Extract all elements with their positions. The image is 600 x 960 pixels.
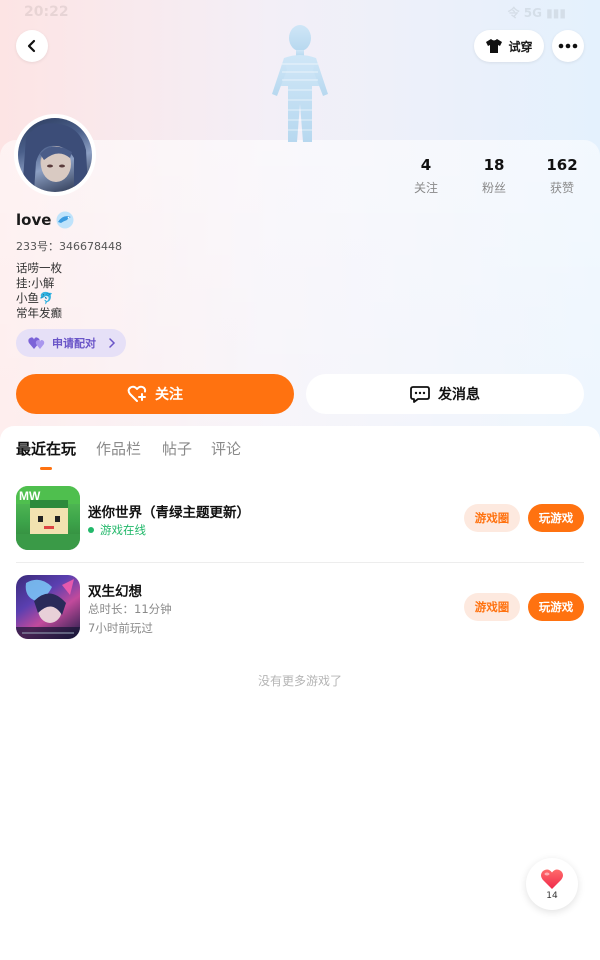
tab-indicator <box>40 467 52 470</box>
stat-following-label: 关注 <box>413 181 438 195</box>
stat-following-value: 4 <box>420 156 432 174</box>
hearts-icon <box>28 337 45 349</box>
tab-comments[interactable]: 评论 <box>211 438 241 459</box>
more-options-button[interactable] <box>552 30 584 62</box>
tab-recently-played[interactable]: 最近在玩 <box>16 438 76 459</box>
send-message-button[interactable]: 发消息 <box>306 374 584 414</box>
play-game-button[interactable]: 玩游戏 <box>528 593 584 621</box>
chevron-left-icon <box>27 39 36 53</box>
stat-followers[interactable]: 18 粉丝 <box>464 156 524 196</box>
avatar-3d-figure <box>272 25 328 142</box>
stat-followers-value: 18 <box>483 156 505 174</box>
bio-line: 小鱼🐬 <box>16 291 54 305</box>
tab-posts[interactable]: 帖子 <box>162 438 192 459</box>
online-dot-icon <box>88 527 94 533</box>
game-title: 双生幻想 <box>88 584 142 600</box>
stat-followers-label: 粉丝 <box>481 181 506 195</box>
more-dots-icon <box>558 43 578 49</box>
avatar-portrait-icon <box>22 123 88 192</box>
heart-plus-icon <box>127 385 147 402</box>
list-item[interactable]: MW 迷你世界（青绿主题更新） 游戏在线 游戏圈 玩游戏 <box>0 486 600 574</box>
try-on-button[interactable]: 试穿 <box>474 30 544 62</box>
game-icon-mini-world: MW <box>16 486 80 550</box>
play-game-button[interactable]: 玩游戏 <box>528 504 584 532</box>
like-button[interactable]: 14 <box>526 858 578 910</box>
no-more-games-note: 没有更多游戏了 <box>257 674 342 688</box>
chevron-right-icon <box>109 338 116 348</box>
send-message-label: 发消息 <box>438 387 480 403</box>
shirt-icon <box>486 39 503 53</box>
stat-likes[interactable]: 162 获赞 <box>532 156 592 196</box>
game-online-status: 游戏在线 <box>88 522 146 538</box>
follow-button[interactable]: 关注 <box>16 374 294 414</box>
twin-fantasy-art-icon <box>16 579 80 639</box>
avatar-image <box>18 118 92 192</box>
list-divider <box>16 562 584 563</box>
avatar[interactable] <box>14 114 96 196</box>
username: love <box>16 211 75 229</box>
game-online-status-text: 游戏在线 <box>100 523 146 537</box>
game-title: 迷你世界（青绿主题更新） <box>88 505 250 521</box>
dolphin-icon <box>56 211 74 229</box>
status-bar: 20:22 令 5G ▮▮▮ <box>0 0 600 24</box>
heart-icon <box>541 869 563 889</box>
game-total-time: 总时长：11分钟 <box>88 602 172 616</box>
game-circle-button[interactable]: 游戏圈 <box>464 593 520 621</box>
tab-works[interactable]: 作品栏 <box>96 438 141 459</box>
stat-likes-value: 162 <box>546 156 578 174</box>
stat-following[interactable]: 4 关注 <box>396 156 456 196</box>
mini-world-cube-icon: MW <box>16 486 80 550</box>
try-on-label: 试穿 <box>508 39 533 54</box>
list-item[interactable]: 双生幻想 总时长：11分钟 7小时前玩过 游戏圈 玩游戏 <box>0 575 600 663</box>
bio: 话唠一枚 挂:小解 小鱼🐬 常年发癫 <box>16 261 62 321</box>
follow-label: 关注 <box>155 387 183 403</box>
status-indicators: 令 5G ▮▮▮ <box>507 6 566 20</box>
svg-text:MW: MW <box>19 489 41 503</box>
like-count: 14 <box>546 890 558 901</box>
user-id: 233号：346678448 <box>16 240 122 253</box>
chat-bubble-icon <box>410 386 430 403</box>
game-last-played: 7小时前玩过 <box>88 621 153 635</box>
bio-line: 挂:小解 <box>16 276 55 290</box>
game-circle-button[interactable]: 游戏圈 <box>464 504 520 532</box>
pair-request-label: 申请配对 <box>52 337 96 350</box>
username-text: love <box>16 211 52 229</box>
bio-line: 话唠一枚 <box>16 261 62 275</box>
pair-request-button[interactable]: 申请配对 <box>16 329 126 357</box>
status-time: 20:22 <box>24 4 69 20</box>
game-icon-twin-fantasy <box>16 575 80 639</box>
back-button[interactable] <box>16 30 48 62</box>
stat-likes-label: 获赞 <box>549 181 574 195</box>
bio-line: 常年发癫 <box>16 306 62 320</box>
